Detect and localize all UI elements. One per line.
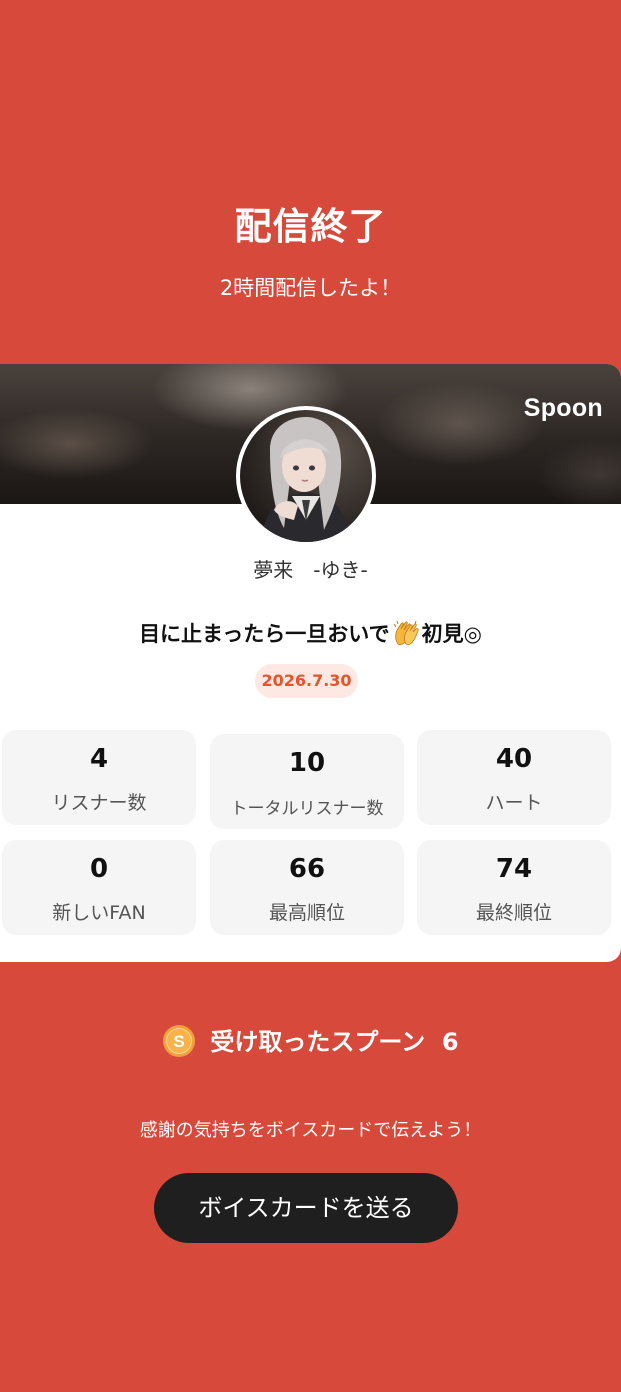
spoon-logo: Spoon <box>523 394 603 422</box>
stat-value: 74 <box>495 854 533 884</box>
stat-value: 10 <box>288 748 326 778</box>
stat-value: 66 <box>288 854 326 884</box>
broadcast-title-text: 目に止まったら一旦おいで <box>139 622 390 646</box>
stat-highest-rank: 66 最高順位 <box>210 840 404 935</box>
stat-label: 新しいFAN <box>52 902 146 924</box>
broadcast-duration-text: 2時間配信したよ！ <box>219 276 402 300</box>
stat-hearts: 40 ハート <box>417 730 611 825</box>
clapping-hands-icon <box>393 620 419 645</box>
stat-label: リスナー数 <box>51 792 147 814</box>
broadcast-title-suffix: 初見◎ <box>421 622 482 646</box>
stat-new-fans: 0 新しいFAN <box>2 840 196 935</box>
broadcast-end-header: 配信終了 2時間配信したよ！ <box>0 0 621 364</box>
user-name: 夢来 -ゆき- <box>253 558 368 582</box>
voice-card-prompt: 感謝の気持ちをボイスカードで伝えよう！ <box>139 1120 482 1141</box>
received-spoons-count: 6 <box>441 1028 459 1056</box>
stat-label: 最高順位 <box>268 902 345 924</box>
avatar-image <box>240 410 372 542</box>
received-spoons-label: 受け取ったスプーン <box>210 1028 426 1056</box>
stat-total-listeners: 10 トータルリスナー数 <box>210 734 404 829</box>
broadcast-date-badge: 2026.7.30 <box>255 664 358 698</box>
stat-value: 40 <box>495 744 533 774</box>
stat-listeners: 4 リスナー数 <box>2 730 196 825</box>
avatar[interactable] <box>236 406 376 546</box>
broadcast-title: 目に止まったら一旦おいで 初見◎ <box>0 618 621 648</box>
stat-value: 0 <box>89 854 109 884</box>
stat-final-rank: 74 最終順位 <box>417 840 611 935</box>
send-voice-card-button[interactable]: ボイスカードを送る <box>154 1173 458 1243</box>
stat-label: ハート <box>485 792 543 814</box>
broadcast-summary-card: Spoon 夢来 -ゆき- 目に止まったら一旦おいで 初見◎ 2026.7.30… <box>0 364 621 962</box>
received-spoons: S 受け取ったスプーン 6 <box>0 1022 621 1058</box>
stat-value: 4 <box>89 744 109 774</box>
page-title: 配信終了 <box>234 205 387 248</box>
stat-label: 最終順位 <box>475 902 552 924</box>
stat-label: トータルリスナー数 <box>230 799 384 819</box>
spoon-coin-icon: S <box>163 1025 196 1057</box>
svg-text:S: S <box>174 1032 185 1051</box>
